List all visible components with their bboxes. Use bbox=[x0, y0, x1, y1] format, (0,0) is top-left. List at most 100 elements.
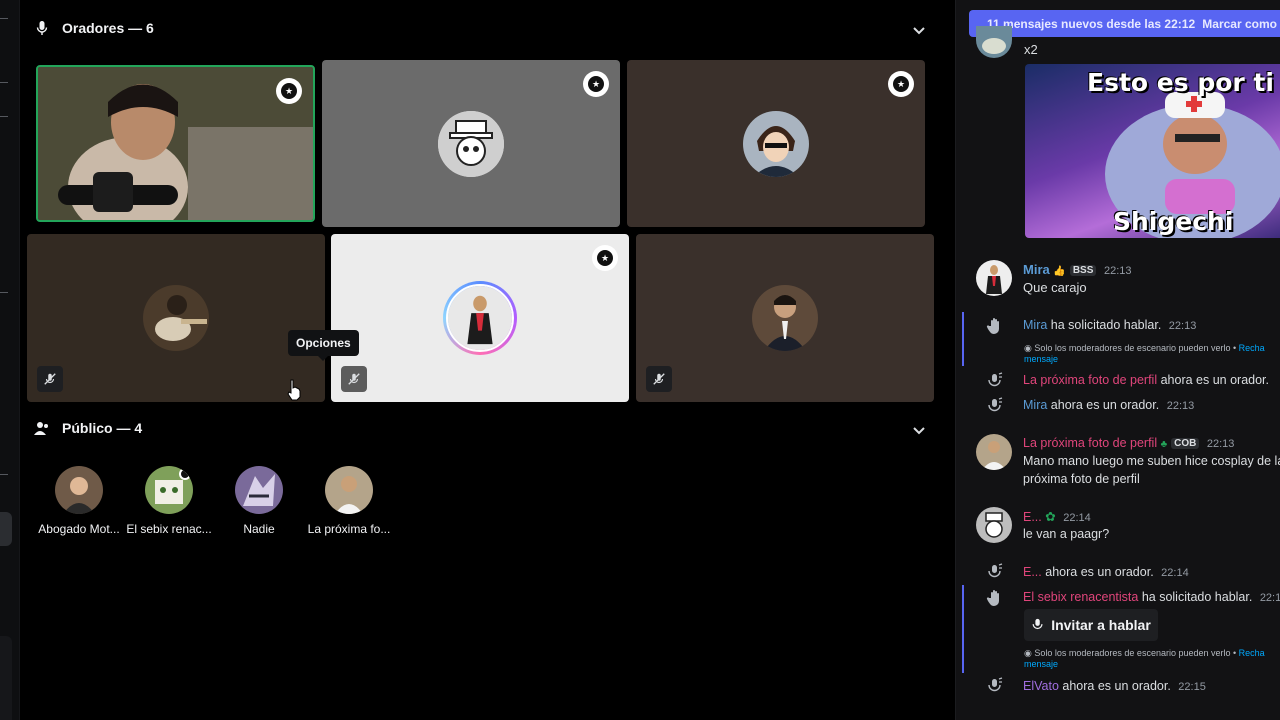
avatar bbox=[976, 507, 1012, 543]
avatar bbox=[976, 434, 1012, 470]
avatar bbox=[752, 285, 818, 351]
system-message: El sebix renacentista ha solicitado habl… bbox=[1023, 590, 1280, 604]
hand-cursor-icon bbox=[287, 379, 301, 401]
audience-member[interactable]: Abogado Mot... bbox=[34, 466, 124, 536]
highlight-bar bbox=[962, 312, 964, 366]
username[interactable]: El sebix renacentista bbox=[1023, 590, 1138, 604]
system-text: ha solicitado hablar. bbox=[1141, 590, 1253, 604]
message-text: le van a paagr? bbox=[1023, 527, 1110, 541]
rail-bottom-panel bbox=[0, 636, 12, 720]
shield-icon: ★ bbox=[893, 76, 909, 92]
username[interactable]: Mira bbox=[1023, 262, 1050, 277]
username[interactable]: Mira bbox=[1023, 318, 1047, 332]
muted-indicator bbox=[341, 366, 367, 392]
reject-link[interactable]: Recha bbox=[1239, 648, 1265, 658]
muted-indicator bbox=[646, 366, 672, 392]
audience-name: Nadie bbox=[243, 522, 275, 536]
system-message: La próxima foto de perfil ahora es un or… bbox=[1023, 373, 1269, 387]
message-text: próxima foto de perfil bbox=[1023, 472, 1140, 486]
message-header: La próxima foto de perfil ♣ COB 22:13 bbox=[1023, 436, 1234, 450]
raised-hand-icon bbox=[986, 590, 999, 606]
mark-read-button[interactable]: Marcar como bbox=[1202, 17, 1280, 31]
chevron-down-icon[interactable] bbox=[911, 422, 927, 438]
suit-avatar bbox=[752, 285, 818, 351]
username[interactable]: Mira bbox=[1023, 398, 1047, 412]
rail-tick bbox=[0, 82, 8, 83]
muted-indicator bbox=[37, 366, 63, 392]
speaker-tile-guitar[interactable] bbox=[27, 234, 325, 402]
reject-link[interactable]: Recha bbox=[1239, 343, 1265, 353]
raised-hand-icon bbox=[986, 318, 999, 334]
system-text: ahora es un orador. bbox=[1160, 373, 1270, 387]
message-link[interactable]: mensaje bbox=[1024, 659, 1058, 669]
timestamp: 22:15 bbox=[1178, 681, 1206, 693]
message-header: Mira 👍 BSS 22:13 bbox=[1023, 262, 1132, 277]
audience-member[interactable]: Nadie bbox=[214, 466, 304, 536]
eye-icon: ◉ bbox=[1024, 648, 1032, 658]
invite-label: Invitar a hablar bbox=[1051, 617, 1151, 633]
hat-character-avatar bbox=[438, 110, 504, 177]
chevron-down-icon[interactable] bbox=[911, 22, 927, 38]
new-messages-text: 11 mensajes nuevos desde las 22:12 bbox=[987, 16, 1196, 31]
stage-speaker-icon bbox=[988, 677, 1003, 692]
username[interactable]: E... bbox=[1023, 565, 1042, 579]
username[interactable]: La próxima foto de perfil bbox=[1023, 373, 1157, 387]
chat-panel: 11 mensajes nuevos desde las 22:12 Marca… bbox=[955, 0, 1280, 720]
audience-member[interactable]: El sebix renac... bbox=[124, 466, 214, 536]
message-text: Que carajo bbox=[1023, 280, 1087, 295]
eye-icon: ◉ bbox=[1024, 343, 1032, 353]
username[interactable]: ElVato bbox=[1023, 679, 1059, 693]
stage-speaker-icon bbox=[988, 372, 1003, 387]
message-link[interactable]: mensaje bbox=[1024, 354, 1058, 364]
moderator-badge: ★ bbox=[276, 78, 302, 104]
timestamp: 22:1 bbox=[1259, 592, 1280, 604]
audience-member[interactable]: La próxima fo... bbox=[304, 466, 394, 536]
audience-name: Abogado Mot... bbox=[38, 522, 120, 536]
note-text: Solo los moderadores de escenario pueden… bbox=[1034, 648, 1237, 658]
mic-muted-icon bbox=[44, 373, 56, 385]
message-header: E... ✿ 22:14 bbox=[1023, 509, 1091, 524]
username[interactable]: E... bbox=[1023, 510, 1042, 524]
speaker-tile-woman[interactable]: ★ bbox=[331, 234, 629, 402]
woman-avatar bbox=[448, 286, 512, 350]
invite-to-speak-button[interactable]: Invitar a hablar bbox=[1024, 609, 1158, 641]
system-message: ElVato ahora es un orador. 22:15 bbox=[1023, 679, 1206, 693]
microphone-icon bbox=[36, 21, 48, 35]
note-continuation: mensaje bbox=[1024, 354, 1058, 364]
speaker-tile-anime[interactable]: ★ bbox=[627, 60, 925, 227]
shield-icon: ★ bbox=[281, 83, 297, 99]
avatar bbox=[143, 285, 209, 351]
username[interactable]: La próxima foto de perfil bbox=[1023, 436, 1157, 450]
moderator-note: ◉ Solo los moderadores de escenario pued… bbox=[1024, 648, 1265, 659]
webcam-video bbox=[38, 67, 313, 220]
audience-name: El sebix renac... bbox=[126, 522, 212, 536]
speakers-title: Oradores — 6 bbox=[62, 20, 154, 36]
timestamp: 22:14 bbox=[1161, 567, 1189, 579]
system-text: ahora es un orador. bbox=[1062, 679, 1171, 693]
system-text: ahora es un orador. bbox=[1045, 565, 1154, 579]
mic-muted-icon bbox=[348, 373, 360, 385]
speaker-tile-hat[interactable]: ★ bbox=[322, 60, 620, 227]
badge-icon: ✿ bbox=[1045, 510, 1056, 524]
speaker-tile-webcam[interactable]: ★ bbox=[36, 65, 315, 222]
meme-caption-bottom: Shigechi bbox=[1113, 207, 1234, 236]
timestamp: 22:13 bbox=[1166, 400, 1195, 412]
new-messages-bar[interactable]: 11 mensajes nuevos desde las 22:12 Marca… bbox=[969, 10, 1280, 37]
speakers-header[interactable]: Oradores — 6 bbox=[34, 16, 154, 40]
rail-tick bbox=[0, 474, 8, 475]
speaking-ring bbox=[443, 281, 517, 355]
avatar bbox=[743, 110, 809, 177]
audience-header[interactable]: Público — 4 bbox=[34, 416, 142, 440]
message-text: Mano mano luego me suben hice cosplay de… bbox=[1023, 454, 1280, 468]
rail-tick bbox=[0, 292, 8, 293]
stage-speaker-icon bbox=[988, 397, 1003, 412]
meme-image[interactable]: Esto es por ti Shigechi bbox=[1025, 64, 1280, 238]
system-message: E... ahora es un orador. 22:14 bbox=[1023, 565, 1189, 579]
timestamp: 22:13 bbox=[1168, 320, 1197, 332]
speaker-tile-suit[interactable] bbox=[636, 234, 934, 402]
audience-icon bbox=[34, 422, 48, 435]
timestamp: 22:13 bbox=[1206, 438, 1235, 450]
rail-selected-pill[interactable] bbox=[0, 512, 12, 546]
avatar bbox=[145, 466, 193, 514]
avatar bbox=[976, 26, 1012, 58]
